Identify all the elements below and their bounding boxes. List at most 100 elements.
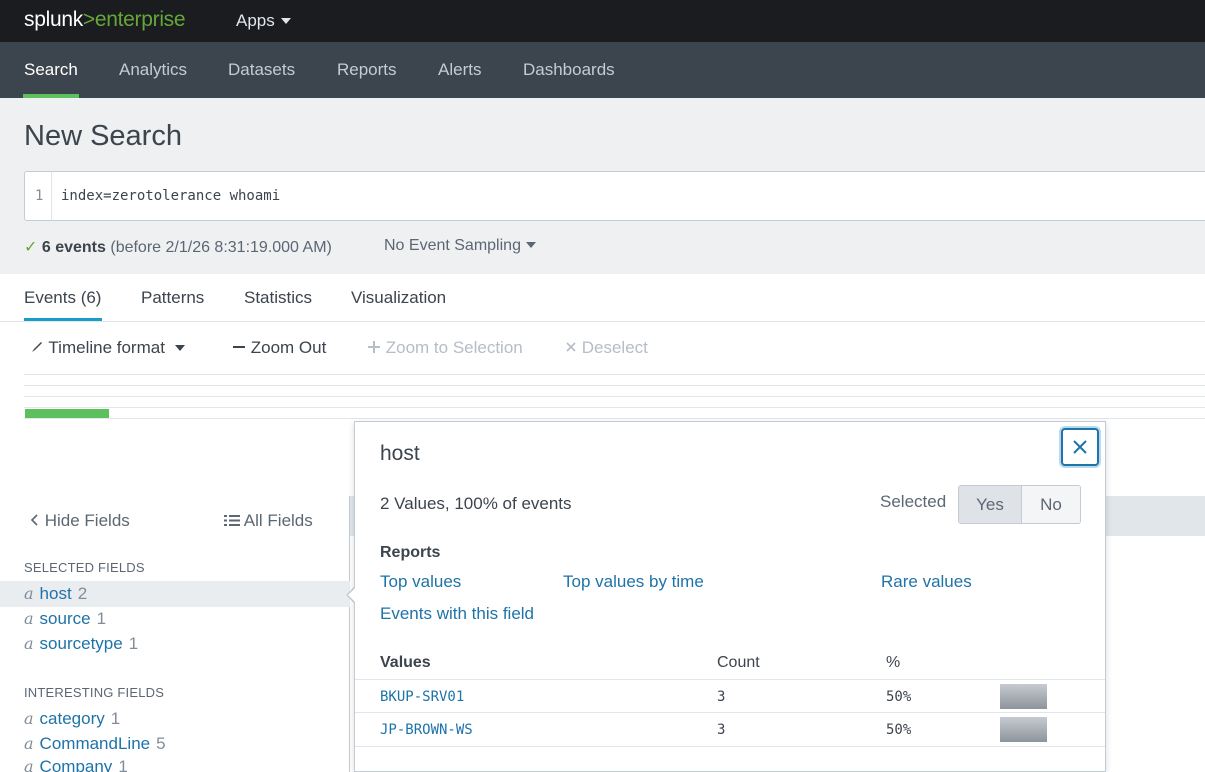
x-icon (566, 342, 576, 352)
list-icon (224, 515, 240, 526)
timeline-event-bar[interactable] (25, 409, 109, 418)
field-name: Company (39, 757, 113, 772)
top-bar: splunk>enterprise Apps (0, 0, 1205, 42)
percent-column-header: % (886, 654, 901, 671)
nav-reports[interactable]: Reports (337, 60, 397, 80)
selected-yes-button[interactable]: Yes (959, 486, 1022, 523)
count-column-header: Count (717, 654, 760, 671)
timeline-gridline (24, 396, 1205, 397)
field-type-icon: a (24, 634, 34, 653)
timeline-gridline (24, 418, 1205, 419)
selected-no-button[interactable]: No (1022, 486, 1080, 523)
nav-dashboards[interactable]: Dashboards (523, 60, 615, 80)
popover-arrow-inner (348, 587, 356, 603)
line-number-divider (51, 172, 52, 220)
field-summary-popover: host 2 Values, 100% of events Selected Y… (354, 421, 1106, 772)
value-percent: 50% (886, 689, 912, 705)
nav-analytics[interactable]: Analytics (119, 60, 187, 80)
plus-icon (368, 341, 380, 353)
zoom-to-selection-button[interactable]: Zoom to Selection (367, 338, 523, 358)
field-count: 5 (156, 734, 166, 753)
top-values-link[interactable]: Top values (380, 572, 461, 592)
page-title: New Search (24, 120, 182, 152)
nav-search[interactable]: Search (24, 60, 78, 80)
nav-alerts[interactable]: Alerts (438, 60, 481, 80)
field-count: 1 (96, 609, 107, 628)
field-sourcetype[interactable]: a sourcetype 1 (24, 634, 138, 659)
field-type-icon: a (24, 609, 34, 628)
popover-title: host (380, 442, 420, 465)
field-type-icon: a (24, 734, 34, 753)
field-commandline[interactable]: a CommandLine 5 (24, 734, 166, 759)
row-divider (355, 746, 1105, 747)
timeline-format-label: Timeline format (48, 338, 165, 357)
value-percent-bar (1000, 684, 1047, 709)
events-count: 6 events (41, 239, 106, 256)
field-company[interactable]: a Company 1 (24, 757, 128, 772)
app-nav-bar: Search Analytics Datasets Reports Alerts… (0, 42, 1205, 98)
selected-toggle: Yes No (958, 485, 1081, 524)
deselect-label: Deselect (581, 338, 648, 357)
timeline-gridline (24, 385, 1205, 386)
tab-patterns[interactable]: Patterns (141, 288, 204, 308)
zoom-out-label: Zoom Out (250, 338, 327, 357)
tab-visualization[interactable]: Visualization (351, 288, 446, 308)
field-type-icon: a (24, 584, 34, 603)
field-count: 2 (77, 584, 88, 603)
field-name: source (39, 609, 91, 628)
field-count: 1 (118, 757, 128, 772)
values-summary: 2 Values, 100% of events (380, 494, 572, 513)
value-percent-bar (1000, 717, 1047, 742)
field-host[interactable]: a host 2 (24, 584, 87, 609)
row-divider (355, 712, 1105, 713)
event-sampling-dropdown[interactable]: No Event Sampling (384, 237, 536, 255)
logo-product-text: enterprise (94, 8, 186, 31)
search-query-input[interactable]: 1 index=zerotolerance whoami (24, 171, 1205, 221)
selected-fields-heading: SELECTED FIELDS (24, 560, 145, 575)
splunk-logo[interactable]: splunk>enterprise (24, 8, 186, 32)
event-sampling-label: No Event Sampling (384, 237, 521, 254)
logo-splunk-text: splunk (24, 8, 83, 31)
value-link[interactable]: JP-BROWN-WS (380, 722, 473, 738)
timeline-gridline (24, 374, 1205, 375)
logo-gt: > (82, 8, 95, 31)
zoom-to-selection-label: Zoom to Selection (385, 338, 523, 357)
tab-events[interactable]: Events (6) (24, 288, 101, 308)
close-button[interactable] (1061, 428, 1099, 466)
top-values-by-time-link[interactable]: Top values by time (563, 572, 704, 592)
field-name: CommandLine (39, 734, 151, 753)
interesting-fields-heading: INTERESTING FIELDS (24, 685, 165, 700)
line-number: 1 (35, 188, 44, 204)
tab-statistics[interactable]: Statistics (244, 288, 312, 308)
value-link[interactable]: BKUP-SRV01 (380, 689, 464, 705)
close-icon (1073, 440, 1087, 454)
values-column-header: Values (380, 654, 431, 671)
row-divider (355, 679, 1105, 680)
brush-icon (32, 342, 42, 352)
nav-datasets[interactable]: Datasets (228, 60, 295, 80)
sidebar-divider (349, 496, 350, 772)
field-category[interactable]: a category 1 (24, 709, 120, 734)
rare-values-link[interactable]: Rare values (881, 572, 972, 592)
field-source[interactable]: a source 1 (24, 609, 106, 634)
hide-fields-button[interactable]: Hide Fields (30, 511, 130, 531)
timeline-format-dropdown[interactable]: Timeline format (30, 338, 185, 358)
field-type-icon: a (24, 757, 34, 772)
query-text[interactable]: index=zerotolerance whoami (61, 188, 280, 204)
caret-down-icon (174, 344, 185, 351)
minus-icon (233, 346, 245, 348)
caret-down-icon (280, 17, 291, 24)
chevron-left-icon (30, 514, 38, 526)
apps-label: Apps (236, 11, 275, 30)
timeline-gridline (24, 407, 1205, 408)
deselect-button[interactable]: Deselect (565, 338, 648, 358)
field-count: 1 (128, 634, 139, 653)
all-fields-button[interactable]: All Fields (224, 511, 313, 531)
value-count: 3 (717, 689, 726, 705)
events-with-field-link[interactable]: Events with this field (380, 604, 534, 624)
zoom-out-button[interactable]: Zoom Out (232, 338, 326, 358)
field-name: sourcetype (39, 634, 123, 653)
tabs-divider (0, 321, 1205, 322)
field-name: category (39, 709, 105, 728)
apps-menu[interactable]: Apps (236, 11, 291, 31)
